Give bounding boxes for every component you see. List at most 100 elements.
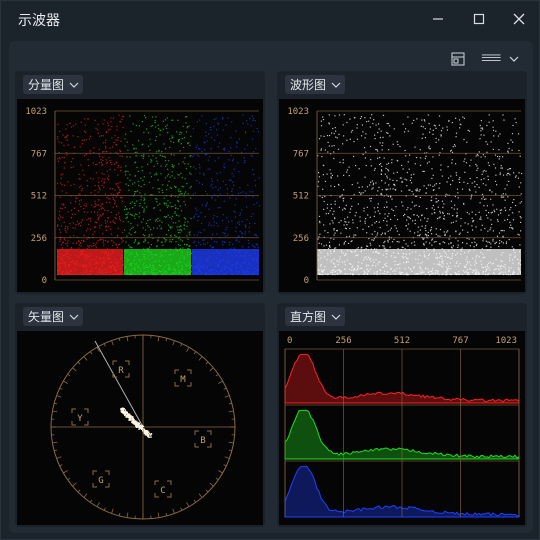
- vectorscope-tick: [215, 477, 219, 481]
- vectorscope-tick: [198, 356, 203, 361]
- vectorscope-tick: [103, 343, 106, 347]
- y-tick-label: 512: [293, 192, 309, 202]
- scopes-container: ☰☰☰ 分量图 1023 767 512 256 0 波形图 1023 767 …: [9, 41, 533, 533]
- minimize-icon: [433, 18, 443, 20]
- vectorscope-tick: [63, 470, 68, 474]
- vectorscope-tick: [157, 512, 160, 518]
- y-tick-label: 767: [293, 149, 309, 159]
- vectorscope-tick: [111, 340, 114, 346]
- histogram-scope: 0 256 512 767 1023: [279, 331, 525, 525]
- window-title: 示波器: [18, 13, 60, 29]
- vectorscope-tick: [205, 489, 209, 493]
- vectorscope-mode-label: 矢量图: [28, 310, 65, 324]
- vectorscope-header: 矢量图: [15, 303, 265, 331]
- vectorscope-target-label: R: [118, 366, 124, 376]
- vectorscope-tick: [63, 380, 68, 384]
- vectorscope-tick: [205, 361, 209, 365]
- minimize-button[interactable]: [425, 7, 451, 31]
- vectorscope-tick: [165, 338, 168, 342]
- vectorscope-tick: [89, 351, 93, 355]
- x-tick-label: 0: [287, 336, 292, 346]
- vectorscope-trace: [120, 407, 153, 438]
- vectorscope-tick: [223, 464, 227, 467]
- vectorscope-tick: [180, 343, 183, 347]
- histogram-mode-label: 直方图: [290, 310, 327, 324]
- vectorscope-tick: [89, 499, 93, 503]
- maximize-icon: [473, 13, 485, 25]
- vectorscope-tick: [77, 361, 81, 365]
- vectorscope-tick: [186, 502, 190, 507]
- x-tick-label: 1023: [495, 336, 517, 346]
- waveform-mode-dropdown[interactable]: 波形图: [285, 75, 346, 94]
- chevron-down-icon: [331, 82, 341, 88]
- vectorscope-tick: [218, 470, 223, 474]
- vectorscope-tick: [193, 351, 197, 355]
- y-tick-label: 256: [31, 234, 47, 244]
- vectorscope-tick: [67, 373, 71, 377]
- chevron-down-icon: [331, 314, 341, 320]
- y-tick-label: 1023: [25, 107, 47, 117]
- vectorscope-target-label: B: [200, 436, 205, 446]
- vectorscope-tick: [165, 512, 168, 516]
- vectorscope-target-label: G: [98, 476, 103, 486]
- close-button[interactable]: [506, 7, 532, 31]
- parade-mode-dropdown[interactable]: 分量图: [23, 75, 84, 94]
- vectorscope-target-label: M: [180, 375, 186, 385]
- chevron-down-icon: [69, 314, 79, 320]
- vectorscope-mode-dropdown[interactable]: 矢量图: [23, 307, 84, 326]
- vectorscope-tick: [56, 456, 62, 459]
- vectorscope-tick: [172, 508, 175, 514]
- layout-button[interactable]: [451, 49, 465, 69]
- vectorscope-tick: [56, 395, 62, 398]
- display-menu-button[interactable]: ☰☰☰: [481, 49, 519, 69]
- vectorscope-tick: [198, 493, 203, 498]
- skin-tone-line: [94, 340, 144, 428]
- vectorscope-tick: [54, 449, 58, 452]
- vectorscope-tick: [228, 441, 234, 444]
- vectorscope-tick: [77, 489, 81, 493]
- maximize-button[interactable]: [466, 7, 492, 31]
- vectorscope-tick: [172, 340, 175, 346]
- histogram-header: 直方图: [277, 303, 527, 331]
- parade-header: 分量图: [15, 71, 265, 99]
- vectorscope-tick: [209, 482, 214, 487]
- vectorscope-tick: [59, 464, 63, 467]
- y-tick-label: 0: [42, 276, 47, 286]
- y-tick-label: 0: [304, 276, 309, 286]
- waveform-header: 波形图: [277, 71, 527, 99]
- histogram-mode-dropdown[interactable]: 直方图: [285, 307, 346, 326]
- vectorscope-tick: [59, 387, 63, 390]
- vectorscope-tick: [83, 356, 88, 361]
- waveform-mode-label: 波形图: [290, 78, 327, 92]
- vectorscope-tick: [126, 512, 129, 518]
- vectorscope-tick: [228, 410, 234, 413]
- vectorscope-target-label: Y: [77, 414, 83, 424]
- vectorscope-tick: [157, 336, 160, 342]
- x-tick-label: 512: [394, 336, 410, 346]
- vectorscope-tick: [67, 477, 71, 481]
- vectorscope-tick: [180, 507, 183, 511]
- close-icon: [513, 13, 525, 25]
- vectorscope-tick: [228, 402, 232, 405]
- vectorscope-tick: [111, 508, 114, 514]
- vectorscope-tick: [209, 367, 214, 372]
- vectorscope-tick: [228, 449, 232, 452]
- vectorscope-tick: [224, 395, 230, 398]
- vectorscope-tick: [193, 499, 197, 503]
- vectorscope-tick: [72, 367, 77, 372]
- vectorscope-target-label: C: [160, 486, 165, 496]
- vectorscope-tick: [126, 336, 129, 342]
- vectorscope-tick: [186, 347, 190, 352]
- vectorscope-tick: [83, 493, 88, 498]
- vectorscope-scope: R M Y B G C: [17, 331, 263, 525]
- chevron-down-icon: [69, 82, 79, 88]
- vectorscope-tick: [52, 410, 58, 413]
- title-bar: 示波器: [1, 1, 540, 37]
- vectorscope-tick: [224, 456, 230, 459]
- parade-mode-label: 分量图: [28, 78, 65, 92]
- waveform-panel: 波形图 1023 767 512 256 0: [277, 71, 527, 294]
- parade-scope: 1023 767 512 256 0: [17, 99, 263, 292]
- waveform-scope: 1023 767 512 256 0: [279, 99, 525, 292]
- vectorscope-tick: [54, 402, 58, 405]
- y-tick-label: 512: [31, 192, 47, 202]
